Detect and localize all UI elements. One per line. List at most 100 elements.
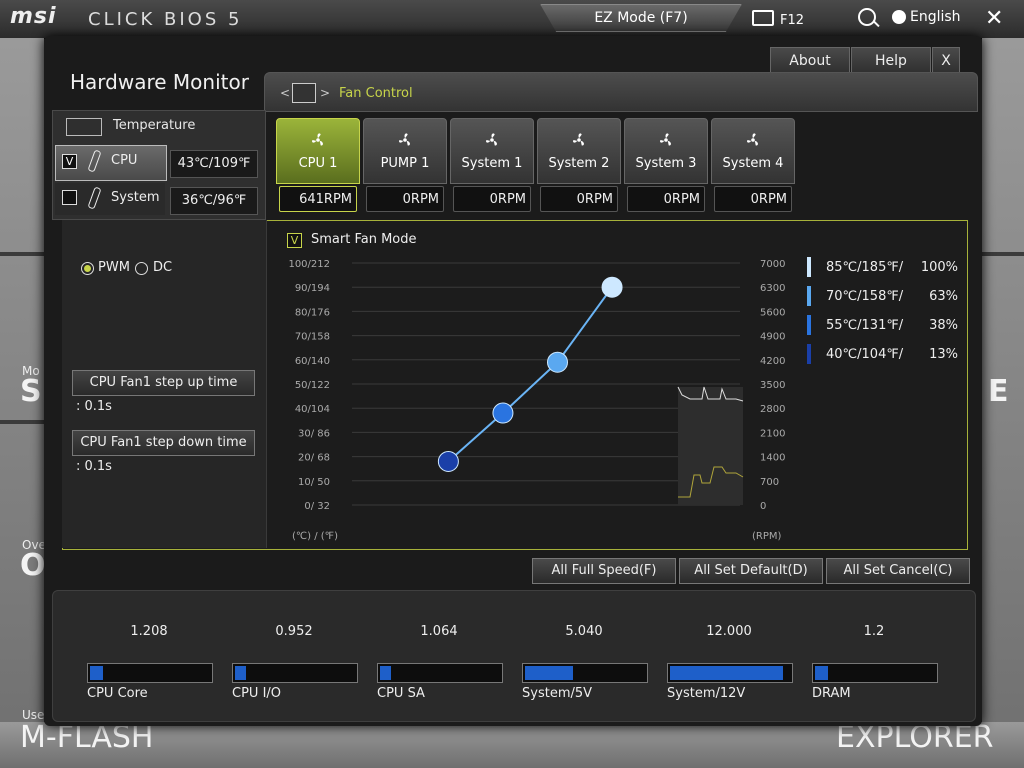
legend-temp: 70℃/158℉/ <box>826 289 904 304</box>
fan-name: System 3 <box>635 156 697 171</box>
help-button[interactable]: Help <box>851 47 931 75</box>
fan-tab-3[interactable]: System 2 <box>537 118 621 184</box>
rpm-tick-label: 0 <box>760 501 766 512</box>
pwm-radio[interactable] <box>81 262 94 275</box>
fan-rpm-5: 0RPM <box>714 186 792 212</box>
curve-point <box>492 402 514 424</box>
legend-swatch <box>807 344 811 364</box>
close-icon[interactable]: ✕ <box>985 6 1003 31</box>
cpu-sensor-checkbox[interactable]: V <box>62 154 77 169</box>
tab-prev-icon[interactable]: < <box>280 86 290 100</box>
step-down-time-button[interactable]: CPU Fan1 step down time <box>72 430 255 456</box>
legend-swatch <box>807 257 811 277</box>
rpm-tick-label: 2800 <box>760 404 785 415</box>
rpm-tick-label: 2100 <box>760 428 785 439</box>
y-tick-label: 50/122 <box>295 380 330 391</box>
ez-mode-button[interactable]: EZ Mode (F7) <box>540 4 742 32</box>
y-tick-label: 40/104 <box>295 404 330 415</box>
dialog-close-button[interactable]: X <box>932 47 960 75</box>
about-button[interactable]: About <box>770 47 850 75</box>
curve-point <box>547 351 568 373</box>
step-up-time-value: : 0.1s <box>76 399 112 414</box>
fan-tab-4[interactable]: System 3 <box>624 118 708 184</box>
y-tick-label: 90/194 <box>295 283 330 294</box>
fan-tab-2[interactable]: System 1 <box>450 118 534 184</box>
language-selector[interactable]: English <box>910 9 961 25</box>
voltage-label: CPU Core <box>87 686 148 701</box>
all-set-default-button[interactable]: All Set Default(D) <box>679 558 823 584</box>
voltage-value: 5.040 <box>565 624 603 639</box>
divider <box>0 252 44 256</box>
msi-logo: msi <box>10 4 57 29</box>
all-full-speed-button[interactable]: All Full Speed(F) <box>532 558 676 584</box>
rpm-tick-label: 6300 <box>760 283 785 294</box>
y-tick-label: 80/176 <box>295 307 330 318</box>
pwm-label: PWM <box>98 260 130 275</box>
voltage-label: System/12V <box>667 686 746 701</box>
screenshot-label: F12 <box>780 13 805 28</box>
all-set-cancel-button[interactable]: All Set Cancel(C) <box>826 558 970 584</box>
system-sensor-checkbox[interactable] <box>62 190 77 205</box>
voltage-panel <box>52 590 976 722</box>
legend-percent: 38% <box>929 318 958 333</box>
tab-next-icon[interactable]: > <box>320 86 330 100</box>
legend-swatch <box>807 315 811 335</box>
fan-rpm-4: 0RPM <box>627 186 705 212</box>
screenshot-button[interactable]: F12 <box>752 10 804 28</box>
search-icon[interactable] <box>858 8 876 26</box>
bg-label: E <box>988 374 1009 409</box>
voltage-label: CPU SA <box>377 686 425 701</box>
rpm-tick-label: 4200 <box>760 356 785 367</box>
voltage-value: 12.000 <box>706 624 752 639</box>
fan-tab-1[interactable]: PUMP 1 <box>363 118 447 184</box>
voltage-bar <box>522 663 648 683</box>
legend-percent: 63% <box>929 289 958 304</box>
y-tick-label: 30/ 86 <box>298 428 330 439</box>
camera-icon <box>752 10 774 26</box>
dc-radio[interactable] <box>135 262 148 275</box>
fan-tab-0[interactable]: CPU 1 <box>276 118 360 184</box>
fan-curve-line <box>447 286 613 463</box>
fan-control-icon <box>292 83 316 103</box>
y-tick-label: 20/ 68 <box>298 453 330 464</box>
legend-percent: 13% <box>929 347 958 362</box>
temperature-heading: Temperature <box>113 118 196 133</box>
step-up-time-button[interactable]: CPU Fan1 step up time <box>72 370 255 396</box>
smart-fan-checkbox[interactable]: V <box>287 233 302 248</box>
voltage-bar <box>667 663 793 683</box>
fan-tab-5[interactable]: System 4 <box>711 118 795 184</box>
voltage-bar-fill <box>90 666 103 680</box>
rpm-tick-label: 4900 <box>760 332 785 343</box>
fan-name: CPU 1 <box>298 156 338 171</box>
voltage-label: CPU I/O <box>232 686 282 701</box>
fan-name: PUMP 1 <box>380 156 430 171</box>
dc-label: DC <box>153 260 173 275</box>
divider <box>982 252 1024 256</box>
fan-control-label: Fan Control <box>339 86 413 101</box>
temperature-graph-icon <box>66 118 102 136</box>
fan-icon <box>312 133 323 146</box>
legend-percent: 100% <box>920 260 958 275</box>
right-unit-label: (RPM) <box>752 531 782 542</box>
rpm-tick-label: 3500 <box>760 380 785 391</box>
sensor-label-system: System <box>111 190 160 205</box>
fan-rpm-1: 0RPM <box>366 186 444 212</box>
voltage-bar-fill <box>670 666 783 680</box>
curve-point <box>437 450 459 472</box>
legend-temp: 85℃/185℉/ <box>826 260 904 275</box>
dialog-title: Hardware Monitor <box>70 70 249 94</box>
voltage-label: System/5V <box>522 686 593 701</box>
rpm-tick-label: 1400 <box>760 453 785 464</box>
y-tick-label: 0/ 32 <box>304 501 330 512</box>
voltage-bar-fill <box>235 666 246 680</box>
legend-temp: 55℃/131℉/ <box>826 318 904 333</box>
smart-fan-label: Smart Fan Mode <box>311 232 417 247</box>
voltage-bar <box>87 663 213 683</box>
globe-icon[interactable] <box>892 10 906 24</box>
voltage-value: 1.064 <box>420 624 458 639</box>
fan-name: System 2 <box>548 156 610 171</box>
rpm-tick-label: 700 <box>760 477 779 488</box>
sensor-label-cpu: CPU <box>111 153 138 168</box>
fan-curve-chart[interactable]: 100/212 700090/194 630080/176 560070/158 490… <box>270 255 790 545</box>
fan-rpm-3: 0RPM <box>540 186 618 212</box>
